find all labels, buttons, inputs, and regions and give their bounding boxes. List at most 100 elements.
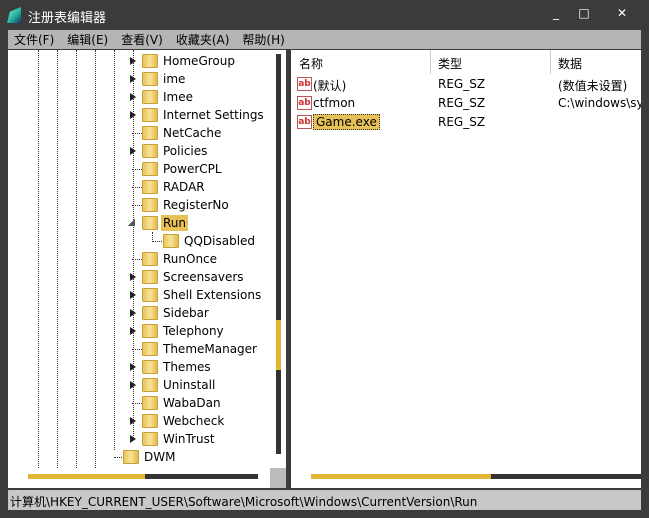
tree-item[interactable]: Shell Extensions bbox=[8, 286, 270, 304]
folder-icon bbox=[142, 216, 158, 230]
expand-arrow-icon[interactable] bbox=[130, 273, 136, 281]
expand-arrow-icon[interactable] bbox=[130, 381, 136, 389]
value-type: REG_SZ bbox=[438, 77, 486, 91]
menu-bar: 文件(F) 编辑(E) 查看(V) 收藏夹(A) 帮助(H) bbox=[8, 30, 641, 49]
tree-item-label: HomeGroup bbox=[163, 54, 235, 68]
tree-item[interactable]: HomeGroup bbox=[8, 52, 270, 70]
expand-arrow-icon[interactable] bbox=[130, 327, 136, 335]
tree-horizontal-scrollbar[interactable] bbox=[8, 468, 270, 484]
tree-item-label: WabaDan bbox=[163, 396, 221, 410]
folder-icon bbox=[142, 432, 158, 446]
tree-item[interactable]: Imee bbox=[8, 88, 270, 106]
tree-item[interactable]: RADAR bbox=[8, 178, 270, 196]
folder-icon bbox=[142, 306, 158, 320]
tree-item[interactable]: NetCache bbox=[8, 124, 270, 142]
menu-view[interactable]: 查看(V) bbox=[121, 31, 163, 48]
folder-icon bbox=[142, 162, 158, 176]
folder-icon bbox=[142, 252, 158, 266]
tree-item-label: Uninstall bbox=[163, 378, 216, 392]
folder-icon bbox=[142, 288, 158, 302]
column-type[interactable]: 类型 bbox=[438, 55, 462, 72]
tree-item[interactable]: Themes bbox=[8, 358, 270, 376]
expand-arrow-icon[interactable] bbox=[130, 93, 136, 101]
value-name: (默认) bbox=[313, 79, 347, 93]
close-button[interactable]: ✕ bbox=[612, 6, 632, 20]
menu-help[interactable]: 帮助(H) bbox=[242, 31, 284, 48]
folder-icon bbox=[142, 180, 158, 194]
folder-icon bbox=[142, 324, 158, 338]
list-horizontal-scrollbar[interactable] bbox=[291, 468, 641, 484]
value-type: REG_SZ bbox=[438, 96, 486, 110]
tree-item-label: Shell Extensions bbox=[163, 288, 262, 302]
menu-edit[interactable]: 编辑(E) bbox=[67, 31, 108, 48]
maximize-button[interactable]: □ bbox=[574, 6, 594, 20]
tree-item-label: Themes bbox=[163, 360, 211, 374]
folder-icon bbox=[142, 90, 158, 104]
expand-arrow-icon[interactable] bbox=[130, 363, 136, 371]
column-name[interactable]: 名称 bbox=[299, 55, 323, 72]
folder-icon bbox=[142, 396, 158, 410]
tree-item[interactable]: RegisterNo bbox=[8, 196, 270, 214]
expand-arrow-icon[interactable] bbox=[128, 219, 135, 226]
expand-arrow-icon[interactable] bbox=[130, 111, 136, 119]
expand-arrow-icon[interactable] bbox=[130, 291, 136, 299]
tree-item[interactable]: Sidebar bbox=[8, 304, 270, 322]
folder-icon bbox=[142, 54, 158, 68]
tree-item[interactable]: Internet Settings bbox=[8, 106, 270, 124]
tree-item-label: ThemeManager bbox=[163, 342, 257, 356]
expand-arrow-icon[interactable] bbox=[130, 309, 136, 317]
tree-item-label: Run bbox=[161, 215, 189, 231]
list-row[interactable]: ab Game.exe REG_SZ bbox=[291, 113, 641, 132]
minimize-button[interactable]: _ bbox=[546, 6, 566, 20]
folder-icon bbox=[142, 378, 158, 392]
tree-item[interactable]: WinTrust bbox=[8, 430, 270, 448]
expand-arrow-icon[interactable] bbox=[130, 147, 136, 155]
value-type: REG_SZ bbox=[438, 115, 486, 129]
window-title: 注册表编辑器 bbox=[28, 11, 107, 26]
tree-item-label: RADAR bbox=[163, 180, 205, 194]
folder-icon bbox=[142, 270, 158, 284]
registry-tree: HomeGroup ime Imee Internet Settings NetCach… bbox=[8, 50, 286, 488]
tree-item[interactable]: Policies bbox=[8, 142, 270, 160]
list-row[interactable]: ab (默认) REG_SZ (数值未设置) bbox=[291, 75, 641, 94]
tree-item-label: RunOnce bbox=[163, 252, 218, 266]
expand-arrow-icon[interactable] bbox=[130, 435, 136, 443]
tree-item[interactable]: Run bbox=[8, 214, 270, 232]
folder-icon bbox=[142, 108, 158, 122]
folder-icon bbox=[142, 144, 158, 158]
folder-icon bbox=[142, 342, 158, 356]
folder-icon bbox=[142, 72, 158, 86]
column-data[interactable]: 数据 bbox=[558, 55, 582, 72]
tree-item-label: Policies bbox=[163, 144, 208, 158]
tree-item-label: WinTrust bbox=[163, 432, 215, 446]
tree-item[interactable]: Telephony bbox=[8, 322, 270, 340]
folder-icon bbox=[163, 234, 179, 248]
tree-vertical-scrollbar[interactable] bbox=[272, 50, 286, 468]
string-value-icon: ab bbox=[297, 77, 312, 91]
string-value-icon: ab bbox=[297, 115, 312, 129]
tree-item-label: ime bbox=[163, 72, 186, 86]
tree-item-label: Imee bbox=[163, 90, 193, 104]
tree-item[interactable]: RunOnce bbox=[8, 250, 270, 268]
expand-arrow-icon[interactable] bbox=[130, 57, 136, 65]
regedit-icon bbox=[7, 7, 21, 23]
tree-item[interactable]: DWM bbox=[8, 448, 270, 466]
tree-item[interactable]: Screensavers bbox=[8, 268, 270, 286]
tree-item[interactable]: PowerCPL bbox=[8, 160, 270, 178]
menu-favorites[interactable]: 收藏夹(A) bbox=[176, 31, 230, 48]
tree-item[interactable]: QQDisabled bbox=[8, 232, 270, 250]
folder-icon bbox=[142, 360, 158, 374]
tree-item[interactable]: Uninstall bbox=[8, 376, 270, 394]
scroll-thumb[interactable] bbox=[276, 320, 281, 370]
tree-item[interactable]: ThemeManager bbox=[8, 340, 270, 358]
list-row[interactable]: ab ctfmon REG_SZ C:\windows\sys bbox=[291, 94, 641, 113]
tree-item[interactable]: WabaDan bbox=[8, 394, 270, 412]
tree-item[interactable]: ime bbox=[8, 70, 270, 88]
expand-arrow-icon[interactable] bbox=[130, 417, 136, 425]
value-data: (数值未设置) bbox=[558, 79, 628, 93]
values-list: 名称 类型 数据 ab (默认) REG_SZ (数值未设置) ab ctfmon REG_… bbox=[291, 50, 641, 488]
menu-file[interactable]: 文件(F) bbox=[14, 31, 54, 48]
folder-icon bbox=[142, 414, 158, 428]
tree-item[interactable]: Webcheck bbox=[8, 412, 270, 430]
expand-arrow-icon[interactable] bbox=[130, 75, 136, 83]
